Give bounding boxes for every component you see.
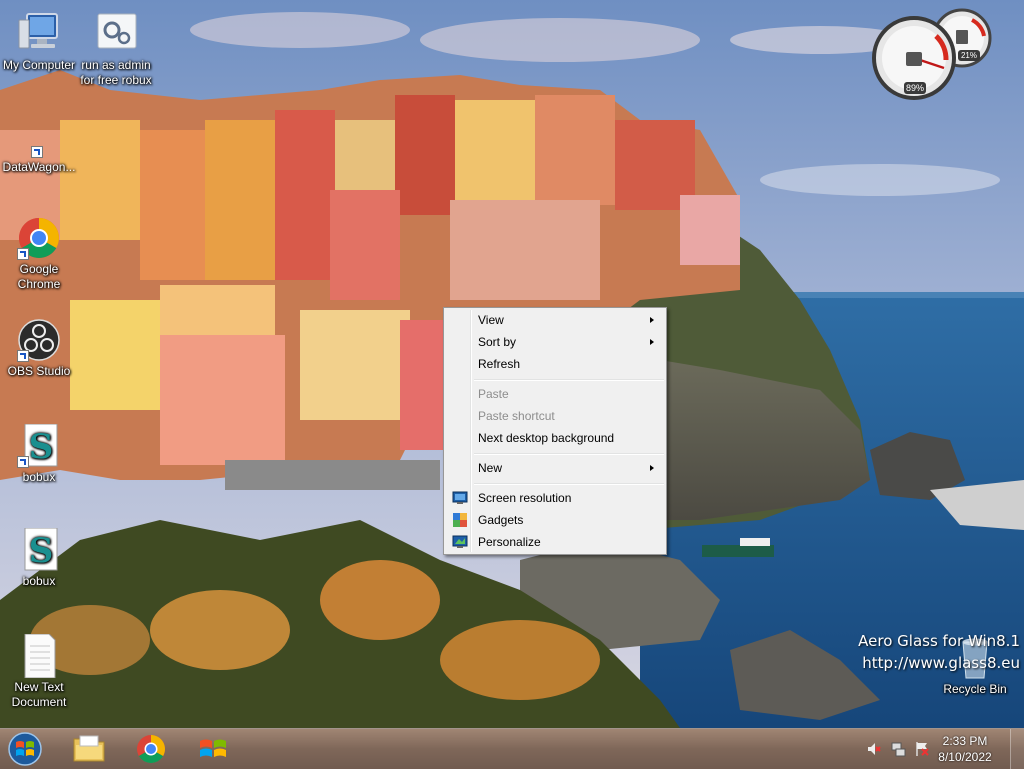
svg-text:S: S — [29, 531, 54, 571]
desktop-icon-bobux-shortcut[interactable]: S bobux — [0, 423, 78, 485]
taskbar: 2:33 PM 8/10/2022 — [0, 728, 1024, 769]
cpu-usage-readout: 89% — [904, 82, 926, 94]
menu-item-label: Personalize — [478, 535, 541, 549]
taskbar-clock[interactable]: 2:33 PM 8/10/2022 — [928, 733, 1002, 765]
menu-item-label: Next desktop background — [478, 431, 615, 445]
desktop-icon-label: bobux — [22, 574, 56, 588]
desktop-icon-new-text-document[interactable]: New Text Document — [0, 633, 78, 710]
menu-item-label: Gadgets — [478, 513, 524, 527]
cpu-meter-gadget[interactable]: 89% 21% — [872, 8, 1000, 104]
desktop-context-menu: View Sort by Refresh Paste Paste shortcu… — [443, 307, 667, 555]
menu-separator — [474, 453, 664, 455]
submenu-arrow-icon — [650, 317, 654, 323]
desktop-icon-label: OBS Studio — [7, 364, 71, 378]
menu-item-label: Sort by — [478, 335, 517, 349]
menu-item-label: Paste — [478, 387, 509, 401]
windows-update-icon — [200, 739, 226, 757]
submenu-arrow-icon — [650, 465, 654, 471]
desktop-icon-label: DataWagon... — [2, 160, 76, 174]
gadgets-icon — [452, 512, 468, 528]
chrome-icon — [15, 216, 63, 260]
aero-glass-watermark: Aero Glass for Win8.1 http://www.glass8.… — [858, 630, 1020, 674]
menu-item-sort-by[interactable]: Sort by — [446, 331, 664, 353]
desktop-icon-label: run as admin for free robux — [80, 58, 152, 87]
submenu-arrow-icon — [650, 339, 654, 345]
desktop-icon-my-computer[interactable]: My Computer — [0, 12, 78, 73]
menu-item-next-desktop-background[interactable]: Next desktop background — [446, 427, 664, 449]
menu-item-label: Screen resolution — [478, 491, 572, 505]
desktop-icon-datawagon[interactable]: DataWagon... — [0, 140, 78, 175]
text-document-icon — [15, 633, 63, 679]
volume-muted-icon[interactable] — [866, 741, 882, 757]
menu-separator — [474, 483, 664, 485]
memory-usage-readout: 21% — [958, 50, 980, 61]
taskbar-file-explorer-button[interactable] — [62, 731, 116, 767]
watermark-line-2: http://www.glass8.eu — [862, 654, 1020, 672]
chrome-icon — [137, 735, 165, 763]
svg-text:S: S — [29, 427, 54, 467]
desktop-icon-label: Google Chrome — [17, 262, 61, 291]
shortcut-arrow-icon — [17, 248, 29, 260]
bobux-icon: S — [15, 527, 63, 572]
shortcut-arrow-icon — [17, 350, 29, 362]
menu-item-new[interactable]: New — [446, 457, 664, 479]
obs-studio-icon — [15, 318, 63, 362]
desktop-icon-label: New Text Document — [11, 680, 67, 709]
desktop-icon-google-chrome[interactable]: Google Chrome — [0, 216, 78, 292]
screen-resolution-icon — [452, 490, 468, 506]
menu-item-personalize[interactable]: Personalize — [446, 531, 664, 553]
menu-item-label: Paste shortcut — [478, 409, 555, 423]
taskbar-chrome-button[interactable] — [124, 731, 178, 767]
menu-item-paste[interactable]: Paste — [446, 383, 664, 405]
shortcut-arrow-icon — [17, 456, 29, 468]
menu-separator — [474, 379, 664, 381]
menu-item-gadgets[interactable]: Gadgets — [446, 509, 664, 531]
personalize-icon — [452, 534, 468, 550]
shortcut-arrow-icon — [31, 146, 43, 158]
menu-item-view[interactable]: View — [446, 309, 664, 331]
menu-item-refresh[interactable]: Refresh — [446, 353, 664, 375]
clock-time: 2:33 PM — [942, 734, 988, 748]
desktop-icon-label: bobux — [22, 470, 56, 484]
windows-logo-icon — [8, 732, 42, 766]
bobux-icon: S — [15, 423, 63, 468]
taskbar-windows-update-button[interactable] — [186, 731, 240, 767]
menu-item-paste-shortcut[interactable]: Paste shortcut — [446, 405, 664, 427]
menu-item-screen-resolution[interactable]: Screen resolution — [446, 487, 664, 509]
file-explorer-icon — [73, 735, 105, 762]
desktop-icon-label: Recycle Bin — [943, 682, 1007, 696]
menu-item-label: View — [478, 313, 504, 327]
network-icon[interactable] — [890, 741, 906, 757]
settings-gear-icon — [92, 12, 140, 56]
show-desktop-button[interactable] — [1010, 729, 1024, 769]
start-button[interactable] — [6, 731, 44, 767]
watermark-line-1: Aero Glass for Win8.1 — [858, 632, 1020, 650]
clock-date: 8/10/2022 — [938, 750, 992, 764]
menu-item-label: Refresh — [478, 357, 521, 371]
menu-item-label: New — [478, 461, 503, 475]
desktop-icon-run-as-admin[interactable]: run as admin for free robux — [77, 12, 155, 88]
computer-icon — [15, 12, 63, 56]
desktop-icon-label: My Computer — [2, 58, 76, 72]
datawagon-icon — [15, 140, 63, 158]
desktop-icon-bobux[interactable]: S bobux — [0, 527, 78, 589]
desktop-icon-obs-studio[interactable]: OBS Studio — [0, 318, 78, 379]
